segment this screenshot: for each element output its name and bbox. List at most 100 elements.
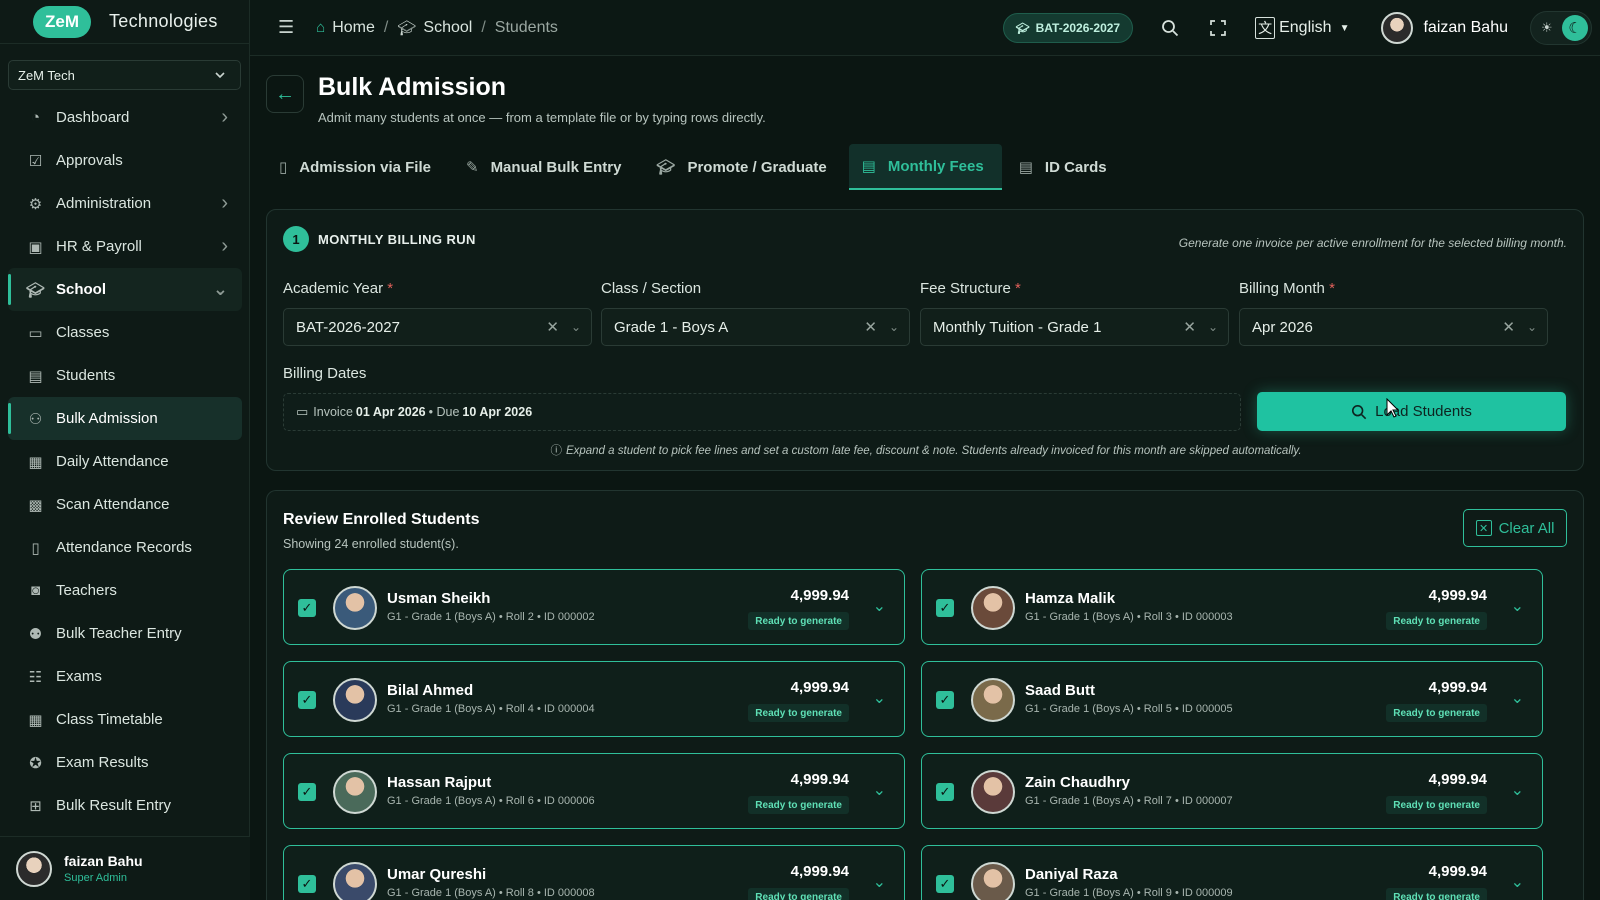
- chevron-down-icon[interactable]: ⌄: [873, 596, 886, 616]
- sidebar-item-exams[interactable]: ☷ Exams: [0, 655, 250, 698]
- sidebar-item-bulk-teacher-entry[interactable]: ⚉ Bulk Teacher Entry: [0, 612, 250, 655]
- class-section-select[interactable]: Grade 1 - Boys A ✕ ⌄: [601, 308, 910, 346]
- clear-all-button[interactable]: ✕ Clear All: [1463, 509, 1567, 547]
- organization-select[interactable]: ZeM Tech: [8, 60, 241, 90]
- student-row[interactable]: ✓ Usman Sheikh G1 - Grade 1 (Boys A) • Rol…: [283, 569, 905, 645]
- chevron-down-icon[interactable]: ⌄: [1511, 688, 1524, 708]
- clear-icon[interactable]: ✕: [546, 318, 559, 336]
- translate-icon: 文: [1255, 17, 1276, 39]
- student-meta: G1 - Grade 1 (Boys A) • Roll 3 • ID 0000…: [1025, 611, 1233, 623]
- checkbox-checked-icon[interactable]: ✓: [936, 875, 954, 893]
- calendar-check-icon: ▦: [28, 453, 43, 471]
- tab-id-cards[interactable]: ▤ ID Cards: [1006, 144, 1125, 190]
- student-meta: G1 - Grade 1 (Boys A) • Roll 5 • ID 0000…: [1025, 703, 1233, 715]
- sidebar: ZeM Technologies ZeM Tech ◔ Dashboard › ☑ Ap…: [0, 0, 250, 900]
- student-row[interactable]: ✓ Bilal Ahmed G1 - Grade 1 (Boys A) • Roll…: [283, 661, 905, 737]
- menu-icon[interactable]: ☰: [278, 17, 294, 38]
- billing-month-label: Billing Month *: [1239, 280, 1335, 297]
- sidebar-item-daily-attendance[interactable]: ▦ Daily Attendance: [0, 440, 250, 483]
- checkbox-checked-icon[interactable]: ✓: [298, 875, 316, 893]
- student-avatar: [971, 678, 1015, 722]
- sidebar-item-approvals[interactable]: ☑ Approvals: [0, 139, 250, 182]
- topbar-user[interactable]: faizan Bahu: [1381, 12, 1508, 44]
- review-title: Review Enrolled Students: [283, 511, 480, 528]
- sun-icon: ☀: [1541, 20, 1553, 35]
- student-row[interactable]: ✓ Umar Qureshi G1 - Grade 1 (Boys A) • Rol…: [283, 845, 905, 900]
- chevron-down-icon[interactable]: ⌄: [873, 688, 886, 708]
- breadcrumb-separator: /: [481, 18, 486, 36]
- sidebar-item-bulk-result-entry[interactable]: ⊞ Bulk Result Entry: [0, 784, 250, 816]
- student-row[interactable]: ✓ Zain Chaudhry G1 - Grade 1 (Boys A) • Ro…: [921, 753, 1543, 829]
- tab-promote-graduate[interactable]: 🎓︎ Promote / Graduate: [643, 144, 844, 190]
- fullscreen-icon[interactable]: [1207, 17, 1229, 39]
- student-name: Hassan Rajput: [387, 774, 492, 791]
- sidebar-item-hr-payroll[interactable]: ▣ HR & Payroll ›: [0, 225, 250, 268]
- graduation-cap-icon: 🎓︎: [397, 19, 417, 37]
- checkbox-checked-icon[interactable]: ✓: [936, 599, 954, 617]
- edit-icon: ✎: [465, 159, 479, 176]
- checkbox-checked-icon[interactable]: ✓: [298, 691, 316, 709]
- checkbox-checked-icon[interactable]: ✓: [298, 599, 316, 617]
- fee-structure-select[interactable]: Monthly Tuition - Grade 1 ✕ ⌄: [920, 308, 1229, 346]
- tab-manual-bulk-entry[interactable]: ✎ Manual Bulk Entry: [453, 144, 639, 190]
- arrow-left-icon: ←: [275, 82, 295, 105]
- session-badge[interactable]: 🎓︎ BAT-2026-2027: [1002, 13, 1134, 43]
- billing-month-select[interactable]: Apr 2026 ✕ ⌄: [1239, 308, 1548, 346]
- student-avatar: [333, 586, 377, 630]
- sidebar-item-administration[interactable]: ⚙ Administration ›: [0, 182, 250, 225]
- search-icon[interactable]: [1159, 17, 1181, 39]
- back-button[interactable]: ←: [266, 75, 304, 113]
- review-subtitle: Showing 24 enrolled student(s).: [283, 537, 459, 551]
- student-amount: 4,999.94: [1428, 679, 1487, 696]
- sidebar-item-school[interactable]: 🎓︎ School ⌄: [8, 268, 242, 311]
- checkbox-checked-icon[interactable]: ✓: [936, 783, 954, 801]
- student-name: Saad Butt: [1025, 682, 1096, 699]
- sidebar-item-label: HR & Payroll: [56, 238, 142, 255]
- sidebar-item-scan-attendance[interactable]: ▩ Scan Attendance: [0, 483, 250, 526]
- breadcrumb-separator: /: [383, 18, 389, 36]
- tab-admission-via-file[interactable]: ▯ Admission via File: [266, 144, 449, 190]
- qr-code-icon: ▩: [28, 496, 43, 514]
- language-select[interactable]: 文 English ▼: [1255, 17, 1349, 39]
- sidebar-item-classes[interactable]: ▭ Classes: [0, 311, 250, 354]
- student-row[interactable]: ✓ Saad Butt G1 - Grade 1 (Boys A) • Roll 5…: [921, 661, 1543, 737]
- student-row[interactable]: ✓ Daniyal Raza G1 - Grade 1 (Boys A) • Rol…: [921, 845, 1543, 900]
- clear-icon[interactable]: ✕: [1183, 318, 1196, 336]
- sidebar-item-label: Bulk Teacher Entry: [56, 625, 182, 642]
- breadcrumb-home[interactable]: Home: [332, 19, 375, 37]
- billing-section-title: MONTHLY BILLING RUN: [318, 232, 476, 247]
- sidebar-item-label: Bulk Result Entry: [56, 797, 172, 814]
- sidebar-item-exam-results[interactable]: ✪ Exam Results: [0, 741, 250, 784]
- sidebar-item-dashboard[interactable]: ◔ Dashboard ›: [0, 96, 250, 139]
- required-marker: *: [1329, 280, 1335, 297]
- tab-monthly-fees[interactable]: ▤ Monthly Fees: [848, 144, 1002, 190]
- sidebar-item-class-timetable[interactable]: ▦ Class Timetable: [0, 698, 250, 741]
- academic-year-select[interactable]: BAT-2026-2027 ✕ ⌄: [283, 308, 592, 346]
- chevron-down-icon[interactable]: ⌄: [873, 780, 886, 800]
- chevron-down-icon[interactable]: ⌄: [873, 872, 886, 892]
- sidebar-item-teachers[interactable]: ◙ Teachers: [0, 569, 250, 612]
- clear-icon[interactable]: ✕: [1502, 318, 1515, 336]
- language-label: English: [1279, 19, 1332, 36]
- breadcrumb-school[interactable]: School: [423, 19, 472, 37]
- sidebar-item-label: Administration: [56, 195, 152, 212]
- sidebar-item-attendance-records[interactable]: ▯ Attendance Records: [0, 526, 250, 569]
- load-students-button[interactable]: Load Students: [1257, 392, 1566, 431]
- brand[interactable]: ZeM Technologies: [0, 0, 249, 44]
- chevron-down-icon[interactable]: ⌄: [1511, 780, 1524, 800]
- chevron-down-icon[interactable]: ⌄: [1511, 596, 1524, 616]
- student-row[interactable]: ✓ Hassan Rajput G1 - Grade 1 (Boys A) • Ro…: [283, 753, 905, 829]
- student-meta: G1 - Grade 1 (Boys A) • Roll 6 • ID 0000…: [387, 795, 595, 807]
- checkbox-checked-icon[interactable]: ✓: [298, 783, 316, 801]
- checkbox-checked-icon[interactable]: ✓: [936, 691, 954, 709]
- chevron-down-icon[interactable]: ⌄: [1511, 872, 1524, 892]
- topbar: ☰ ⌂ Home / 🎓︎ School / Students 🎓︎ BAT-2…: [250, 0, 1600, 56]
- search-icon: [1352, 404, 1367, 419]
- sidebar-item-students[interactable]: ▤ Students: [0, 354, 250, 397]
- theme-toggle[interactable]: ☀ ☾: [1530, 11, 1592, 45]
- sidebar-user[interactable]: faizan Bahu Super Admin: [0, 836, 250, 900]
- sidebar-item-label: Teachers: [56, 582, 117, 599]
- sidebar-item-bulk-admission[interactable]: ⚇ Bulk Admission: [8, 397, 242, 440]
- student-row[interactable]: ✓ Hamza Malik G1 - Grade 1 (Boys A) • Roll…: [921, 569, 1543, 645]
- clear-icon[interactable]: ✕: [864, 318, 877, 336]
